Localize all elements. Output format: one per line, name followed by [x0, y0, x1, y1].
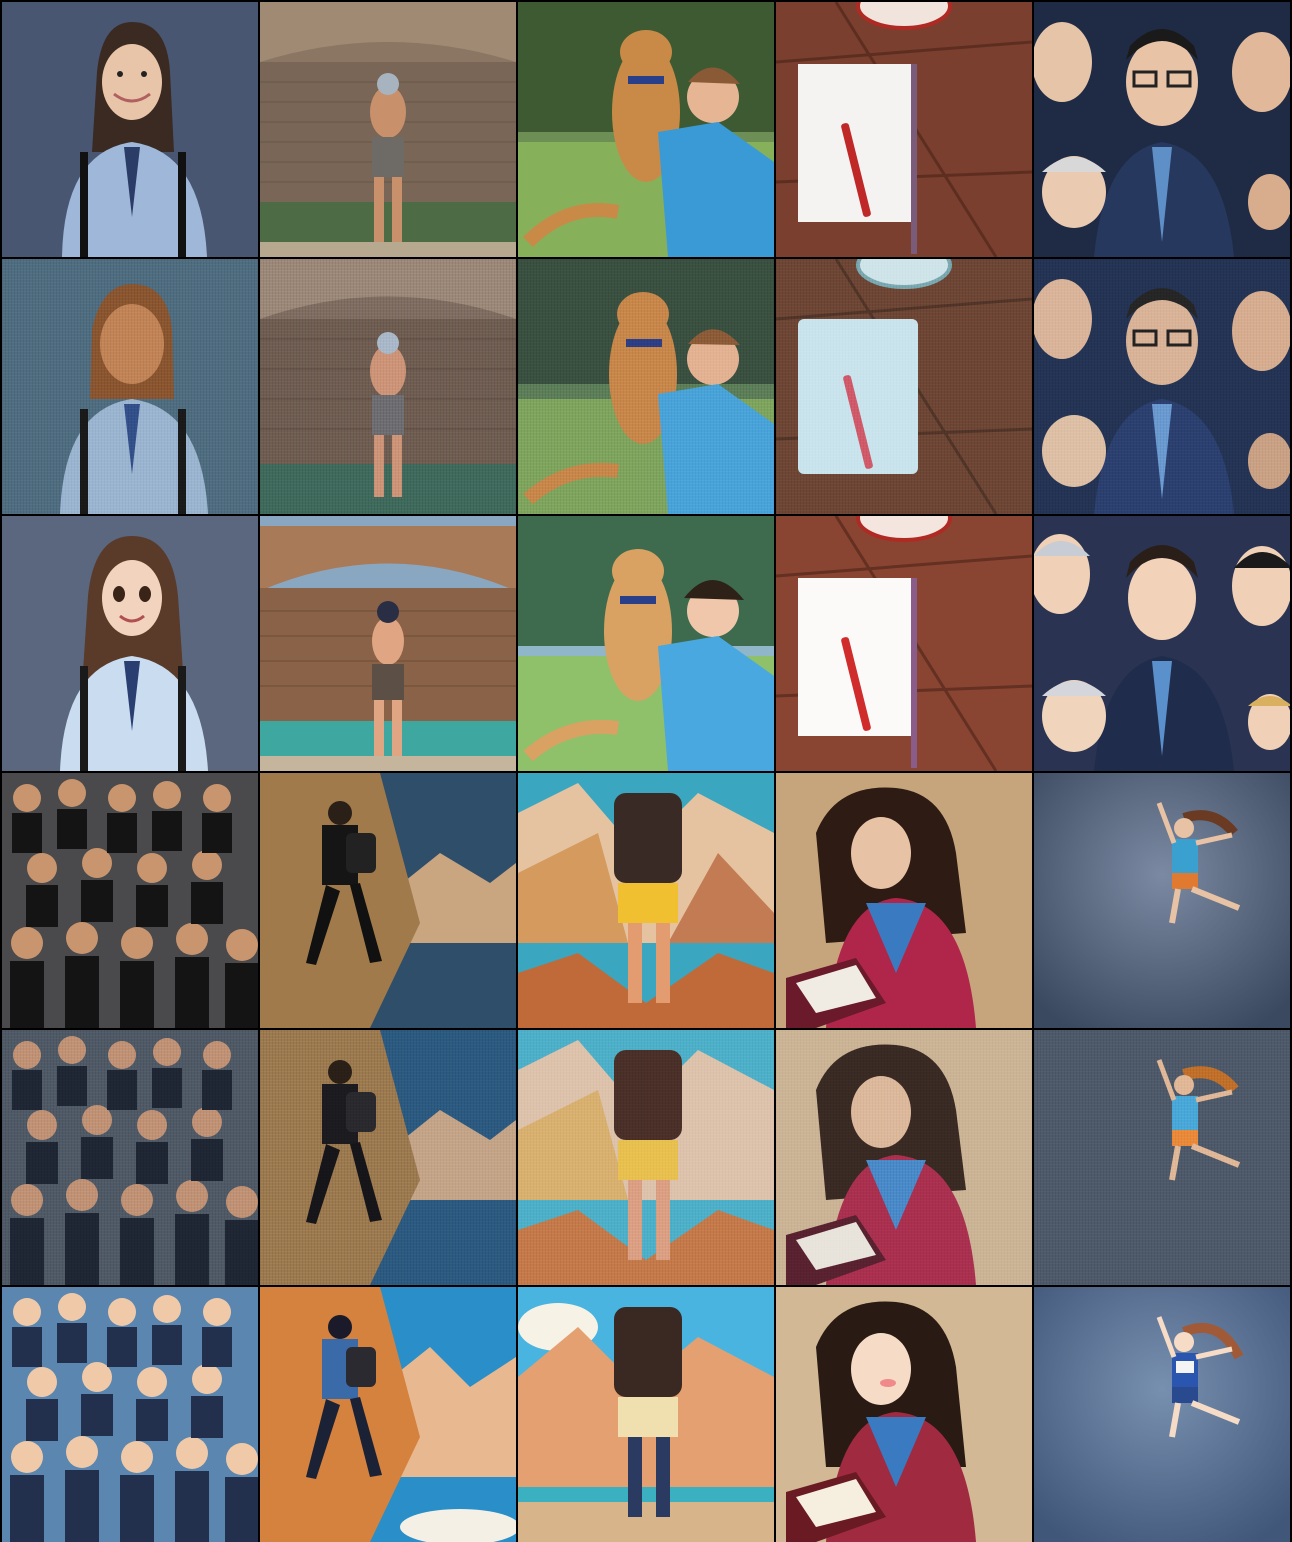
- tile-r3-boy-puppy: [518, 516, 774, 771]
- women-group-image: [2, 773, 258, 1028]
- tile-r6-reading-girl: [776, 1287, 1032, 1542]
- jumping-girl-anime-image: [1034, 1287, 1290, 1542]
- tile-r1-businessmen: [1034, 2, 1290, 257]
- tile-r5-jumping-girl: [1034, 1030, 1290, 1285]
- tile-r4-climber: [260, 773, 516, 1028]
- tile-r1-notebook: [776, 2, 1032, 257]
- businessmen-anime-image: [1034, 516, 1290, 771]
- climber-image: [260, 773, 516, 1028]
- image-grid: [0, 0, 1292, 1542]
- backpacker-image: [518, 773, 774, 1028]
- tile-r6-climber: [260, 1287, 516, 1542]
- man-ruins-image: [260, 2, 516, 257]
- tile-r3-notebook: [776, 516, 1032, 771]
- notebook-image: [776, 2, 1032, 257]
- boy-puppy-image: [518, 2, 774, 257]
- tile-r4-backpacker: [518, 773, 774, 1028]
- tile-r2-businessmen: [1034, 259, 1290, 514]
- climber-recon-image: [260, 1030, 516, 1285]
- women-group-recon-image: [2, 1030, 258, 1285]
- tile-r3-man-ruins: [260, 516, 516, 771]
- backpacker-recon-image: [518, 1030, 774, 1285]
- jumping-girl-image: [1034, 773, 1290, 1028]
- women-group-anime-image: [2, 1287, 258, 1542]
- tile-r1-boy-puppy: [518, 2, 774, 257]
- tile-r6-women-group: [2, 1287, 258, 1542]
- girl-uniform-recon-image: [2, 259, 258, 514]
- tile-r3-girl-uniform: [2, 516, 258, 771]
- jumping-girl-recon-image: [1034, 1030, 1290, 1285]
- reading-girl-anime-image: [776, 1287, 1032, 1542]
- notebook-anime-image: [776, 516, 1032, 771]
- tile-r5-backpacker: [518, 1030, 774, 1285]
- tile-r2-man-ruins: [260, 259, 516, 514]
- man-ruins-recon-image: [260, 259, 516, 514]
- climber-anime-image: [260, 1287, 516, 1542]
- tile-r6-backpacker: [518, 1287, 774, 1542]
- tile-r4-jumping-girl: [1034, 773, 1290, 1028]
- girl-uniform-anime-image: [2, 516, 258, 771]
- boy-puppy-recon-image: [518, 259, 774, 514]
- man-ruins-anime-image: [260, 516, 516, 771]
- reading-girl-recon-image: [776, 1030, 1032, 1285]
- tile-r2-notebook: [776, 259, 1032, 514]
- boy-puppy-anime-image: [518, 516, 774, 771]
- businessmen-image: [1034, 2, 1290, 257]
- tile-r4-women-group: [2, 773, 258, 1028]
- tile-r1-man-ruins: [260, 2, 516, 257]
- tile-r2-boy-puppy: [518, 259, 774, 514]
- businessmen-recon-image: [1034, 259, 1290, 514]
- tile-r5-reading-girl: [776, 1030, 1032, 1285]
- notebook-recon-image: [776, 259, 1032, 514]
- reading-girl-image: [776, 773, 1032, 1028]
- tile-r4-reading-girl: [776, 773, 1032, 1028]
- tile-r5-women-group: [2, 1030, 258, 1285]
- girl-uniform-image: [2, 2, 258, 257]
- tile-r5-climber: [260, 1030, 516, 1285]
- backpacker-anime-image: [518, 1287, 774, 1542]
- tile-r3-businessmen: [1034, 516, 1290, 771]
- tile-r2-girl-uniform: [2, 259, 258, 514]
- tile-r1-girl-uniform: [2, 2, 258, 257]
- tile-r6-jumping-girl: [1034, 1287, 1290, 1542]
